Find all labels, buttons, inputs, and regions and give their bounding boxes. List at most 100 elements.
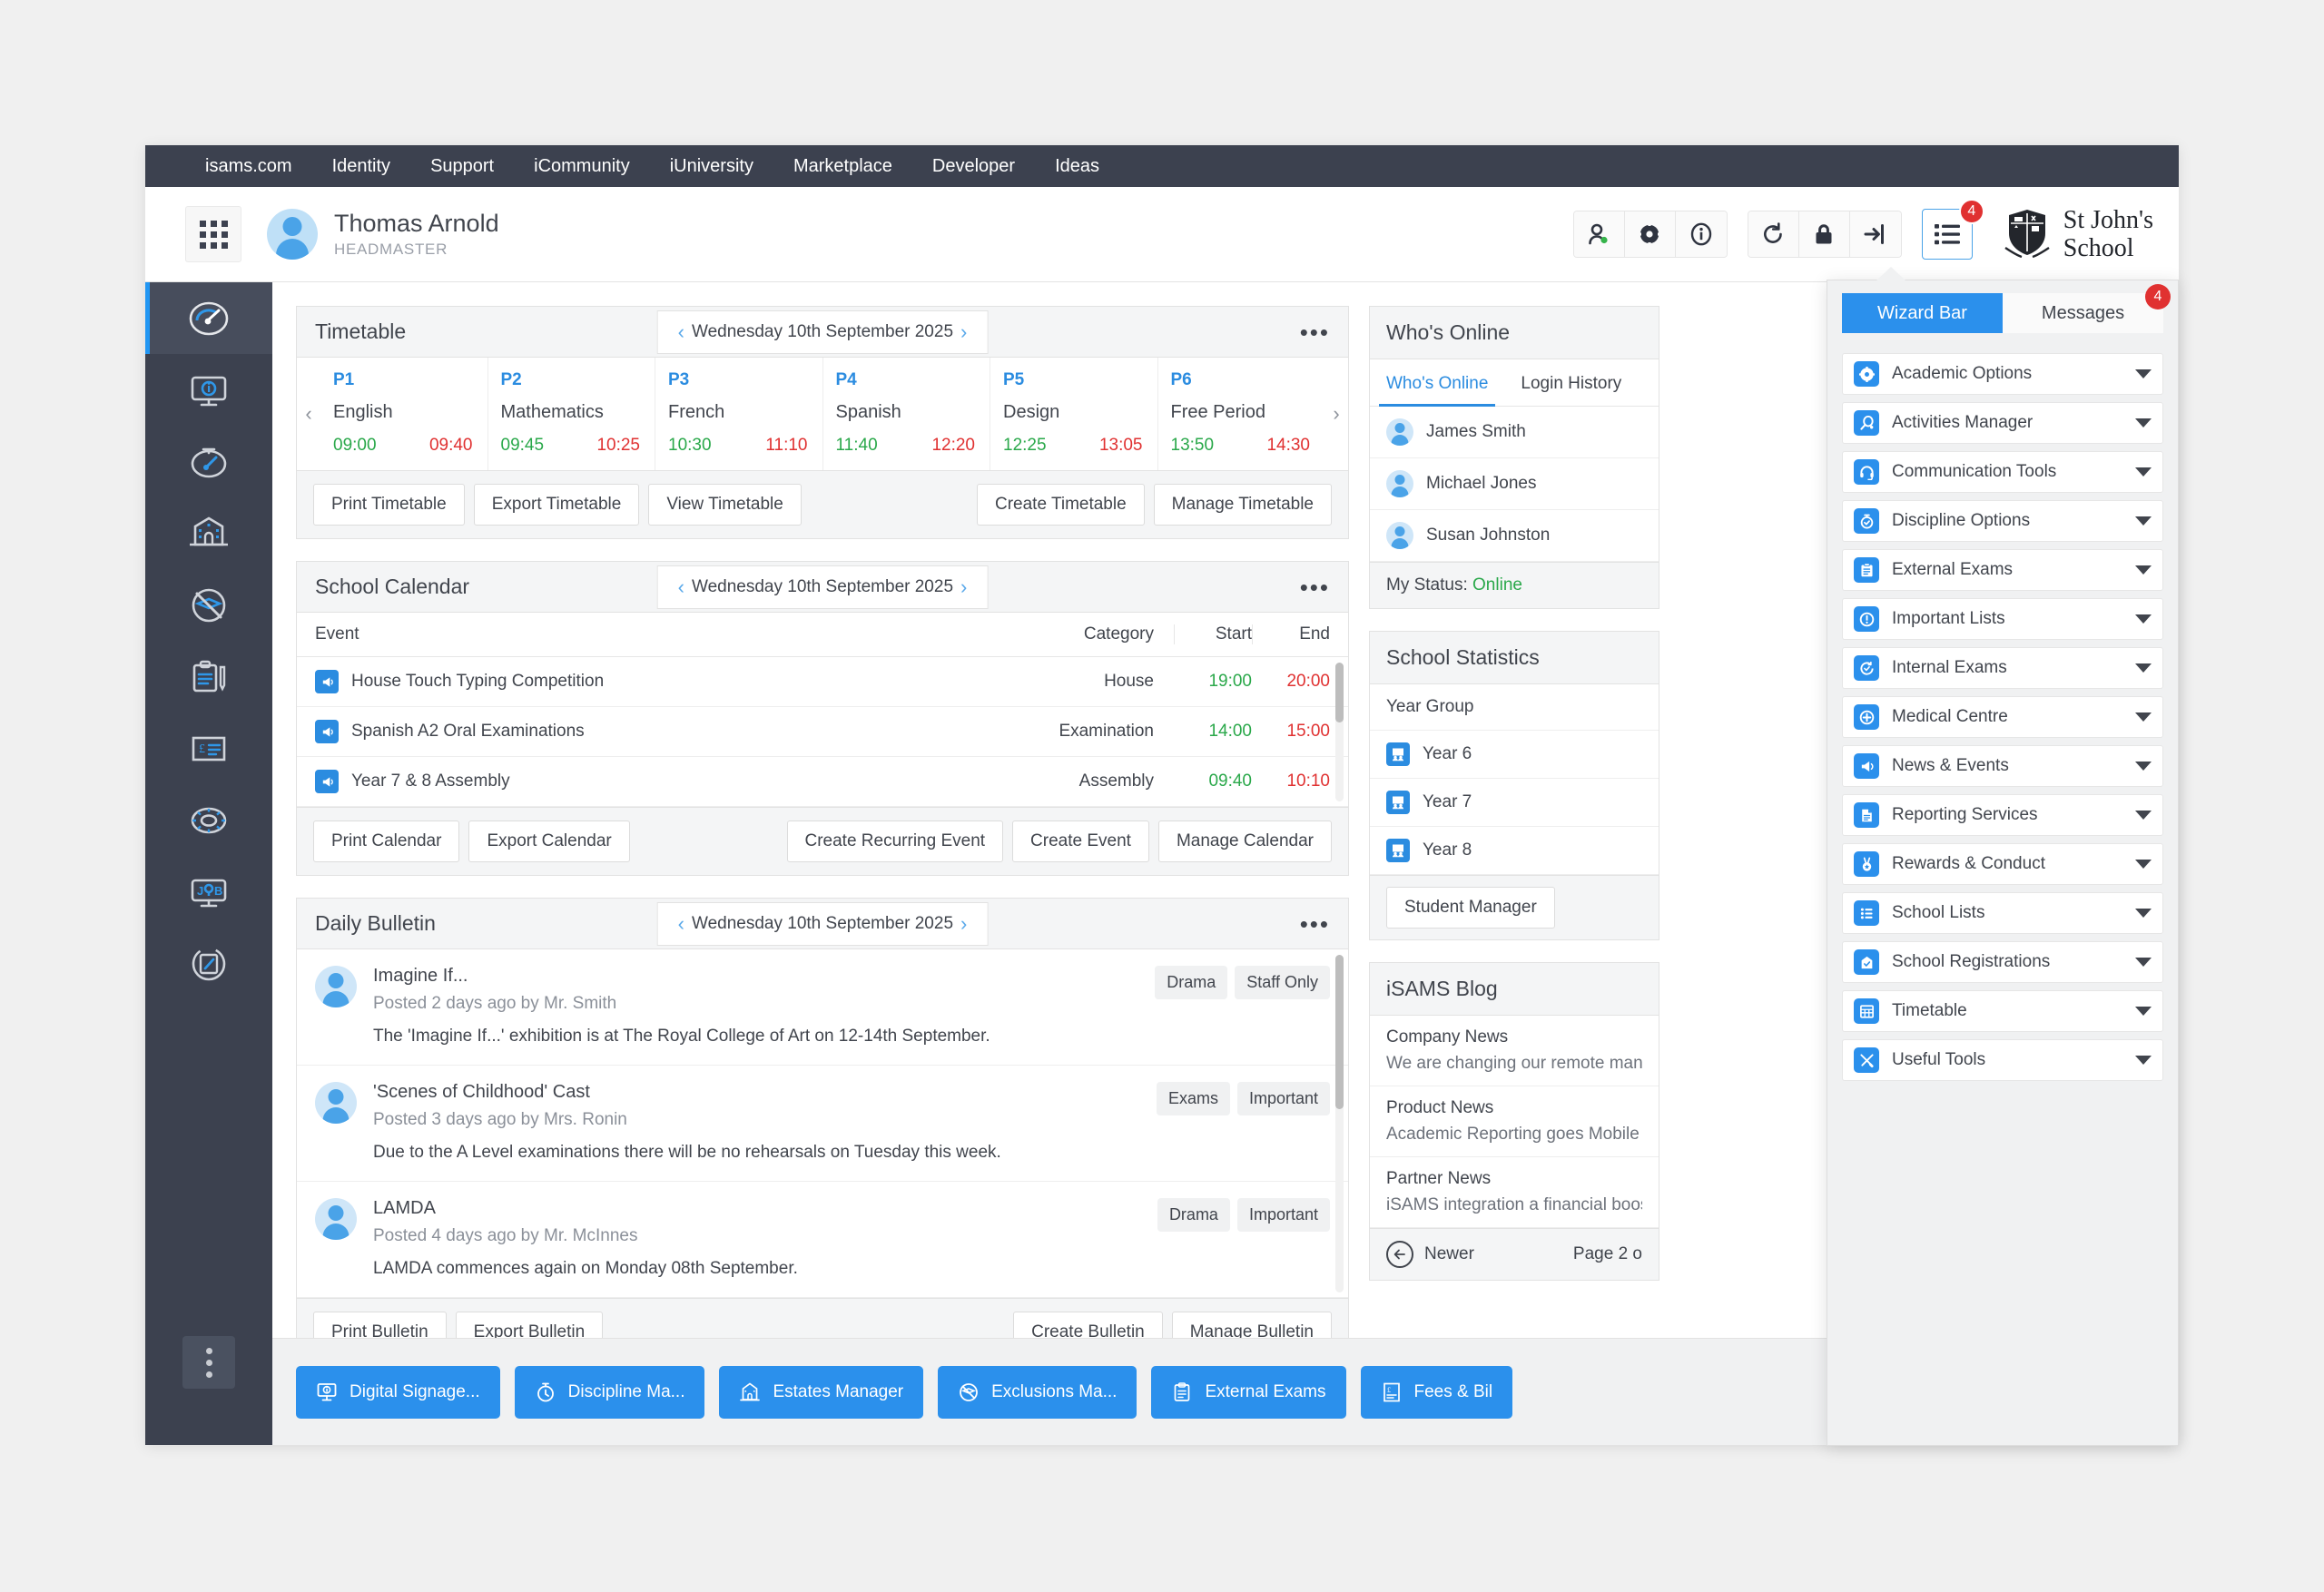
- list-item[interactable]: Year 8: [1370, 827, 1659, 875]
- wizard-item-internal-exams[interactable]: Internal Exams: [1842, 647, 2163, 689]
- chevron-down-icon[interactable]: [2135, 958, 2152, 967]
- topnav-item-2[interactable]: Support: [410, 145, 514, 187]
- rail-more-button[interactable]: [182, 1336, 235, 1389]
- wizard-item-school-registrations[interactable]: School Registrations: [1842, 941, 2163, 983]
- list-item[interactable]: Michael Jones: [1370, 458, 1659, 510]
- timetable-period[interactable]: P5 Design 12:25 13:05: [990, 358, 1158, 470]
- student-manager-button[interactable]: Student Manager: [1386, 887, 1555, 929]
- timetable-date-picker[interactable]: ‹ Wednesday 10th September 2025 ›: [656, 310, 989, 354]
- next-day-icon[interactable]: ›: [953, 320, 974, 344]
- print-timetable-button[interactable]: Print Timetable: [313, 484, 465, 526]
- chevron-down-icon[interactable]: [2135, 663, 2152, 673]
- table-row[interactable]: Year 7 & 8 Assembly Assembly 09:40 10:10: [297, 757, 1348, 807]
- rail-item-estates[interactable]: [145, 497, 272, 569]
- topnav-item-7[interactable]: Ideas: [1035, 145, 1119, 187]
- topnav-item-6[interactable]: Developer: [912, 145, 1035, 187]
- list-item[interactable]: Year 7: [1370, 779, 1659, 827]
- chevron-down-icon[interactable]: [2135, 369, 2152, 378]
- create-timetable-button[interactable]: Create Timetable: [976, 484, 1145, 526]
- timetable-period[interactable]: P4 Spanish 11:40 12:20: [823, 358, 990, 470]
- chevron-down-icon[interactable]: [2135, 712, 2152, 722]
- prev-day-icon[interactable]: ‹: [671, 912, 692, 936]
- bulletin-scrollbar[interactable]: [1335, 955, 1344, 1292]
- list-item[interactable]: LAMDA Posted 4 days ago by Mr. McInnes L…: [297, 1182, 1348, 1298]
- app-grid-button[interactable]: [185, 206, 241, 262]
- prev-day-icon[interactable]: ‹: [671, 320, 692, 344]
- timetable-period[interactable]: P6 Free Period 13:50 14:30: [1158, 358, 1325, 470]
- wizard-item-timetable[interactable]: Timetable: [1842, 990, 2163, 1032]
- prev-day-icon[interactable]: ‹: [671, 575, 692, 599]
- list-item[interactable]: Company News We are changing our remote …: [1370, 1016, 1659, 1086]
- calendar-scrollbar[interactable]: [1335, 663, 1344, 801]
- rail-item-compass[interactable]: [145, 426, 272, 497]
- bulletin-options-button[interactable]: •••: [1300, 912, 1330, 936]
- topnav-item-4[interactable]: iUniversity: [650, 145, 773, 187]
- create-recurring-event-button[interactable]: Create Recurring Event: [786, 821, 1004, 862]
- app-tile-exclusions-manager[interactable]: Exclusions Ma...: [938, 1365, 1137, 1419]
- app-tile-estates-manager[interactable]: Estates Manager: [719, 1365, 924, 1419]
- next-day-icon[interactable]: ›: [953, 912, 974, 936]
- list-item[interactable]: 'Scenes of Childhood' Cast Posted 3 days…: [297, 1066, 1348, 1182]
- timetable-next-arrow[interactable]: ›: [1324, 358, 1348, 470]
- timetable-period[interactable]: P2 Mathematics 09:45 10:25: [488, 358, 655, 470]
- timetable-prev-arrow[interactable]: ‹: [297, 358, 320, 470]
- print-calendar-button[interactable]: Print Calendar: [313, 821, 460, 862]
- refresh-icon[interactable]: [1748, 211, 1799, 257]
- chevron-down-icon[interactable]: [2135, 418, 2152, 427]
- topnav-item-1[interactable]: Identity: [312, 145, 410, 187]
- calendar-date-picker[interactable]: ‹ Wednesday 10th September 2025 ›: [656, 565, 989, 609]
- blog-newer-link[interactable]: Newer: [1424, 1244, 1474, 1264]
- wizard-item-school-lists[interactable]: School Lists: [1842, 892, 2163, 934]
- next-day-icon[interactable]: ›: [953, 575, 974, 599]
- app-tile-fees-billing[interactable]: £ Fees & Bil: [1360, 1365, 1513, 1419]
- user-status-icon[interactable]: [1573, 211, 1625, 257]
- app-tile-discipline-manager[interactable]: Discipline Ma...: [514, 1365, 705, 1419]
- list-item[interactable]: Year 6: [1370, 731, 1659, 779]
- scrollbar-thumb[interactable]: [1335, 955, 1344, 1109]
- wizard-item-rewards-conduct[interactable]: Rewards & Conduct: [1842, 843, 2163, 885]
- chevron-down-icon[interactable]: [2135, 909, 2152, 918]
- rail-item-lifebuoy[interactable]: [145, 784, 272, 856]
- timetable-period[interactable]: P1 English 09:00 09:40: [320, 358, 488, 470]
- topnav-item-0[interactable]: isams.com: [185, 145, 312, 187]
- chevron-down-icon[interactable]: [2135, 860, 2152, 869]
- topnav-item-3[interactable]: iCommunity: [514, 145, 650, 187]
- export-timetable-button[interactable]: Export Timetable: [473, 484, 640, 526]
- app-tile-digital-signage[interactable]: Digital Signage...: [296, 1365, 500, 1419]
- table-row[interactable]: House Touch Typing Competition House 19:…: [297, 657, 1348, 707]
- manage-calendar-button[interactable]: Manage Calendar: [1157, 821, 1332, 862]
- rail-item-jobs[interactable]: J B: [145, 856, 272, 928]
- wizard-item-medical-centre[interactable]: Medical Centre: [1842, 696, 2163, 738]
- chevron-down-icon[interactable]: [2135, 516, 2152, 526]
- list-item[interactable]: Partner News iSAMS integration a financi…: [1370, 1157, 1659, 1228]
- my-status-row[interactable]: My Status: Online: [1370, 562, 1659, 608]
- topnav-item-5[interactable]: Marketplace: [773, 145, 912, 187]
- timetable-options-button[interactable]: •••: [1300, 320, 1330, 344]
- wizard-item-important-lists[interactable]: Important Lists: [1842, 598, 2163, 640]
- wizard-item-communication-tools[interactable]: Communication Tools: [1842, 451, 2163, 493]
- tab-whos-online[interactable]: Who's Online: [1370, 359, 1504, 407]
- info-icon[interactable]: [1675, 211, 1727, 257]
- rail-item-monitor-info[interactable]: [145, 354, 272, 426]
- rail-item-exclusions[interactable]: [145, 569, 272, 641]
- lock-icon[interactable]: [1798, 211, 1850, 257]
- chevron-down-icon[interactable]: [2135, 467, 2152, 477]
- wizard-item-reporting-services[interactable]: Reporting Services: [1842, 794, 2163, 836]
- chevron-down-icon[interactable]: [2135, 565, 2152, 575]
- gear-icon[interactable]: [1624, 211, 1676, 257]
- chevron-down-icon[interactable]: [2135, 614, 2152, 624]
- manage-timetable-button[interactable]: Manage Timetable: [1153, 484, 1332, 526]
- bulletin-date-picker[interactable]: ‹ Wednesday 10th September 2025 ›: [656, 901, 989, 946]
- rail-item-registrations[interactable]: [145, 928, 272, 999]
- scrollbar-thumb[interactable]: [1335, 663, 1344, 722]
- list-item[interactable]: Susan Johnston: [1370, 510, 1659, 562]
- export-calendar-button[interactable]: Export Calendar: [468, 821, 630, 862]
- calendar-options-button[interactable]: •••: [1300, 575, 1330, 599]
- wizard-item-useful-tools[interactable]: Useful Tools: [1842, 1039, 2163, 1081]
- list-item[interactable]: Product News Academic Reporting goes Mob…: [1370, 1086, 1659, 1157]
- chevron-down-icon[interactable]: [2135, 811, 2152, 820]
- create-event-button[interactable]: Create Event: [1012, 821, 1149, 862]
- wizard-item-activities-manager[interactable]: Activities Manager: [1842, 402, 2163, 444]
- wizard-bar-toggle-button[interactable]: 4: [1921, 199, 1984, 260]
- timetable-period[interactable]: P3 French 10:30 11:10: [655, 358, 823, 470]
